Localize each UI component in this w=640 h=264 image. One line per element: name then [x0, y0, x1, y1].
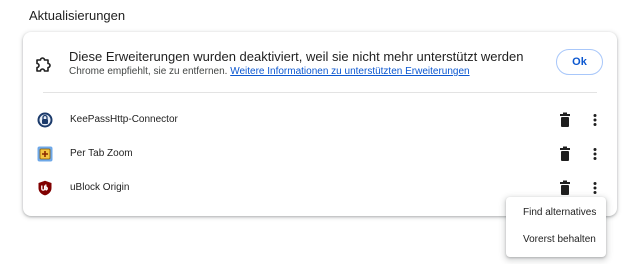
extension-row-keepass: KeePassHttp-Connector — [23, 107, 617, 135]
per-tab-zoom-icon — [37, 146, 53, 162]
extension-row-per-tab-zoom: Per Tab Zoom — [23, 141, 617, 169]
menu-item-find-alternatives[interactable]: Find alternatives — [506, 199, 606, 227]
ublock-origin-icon — [38, 180, 52, 196]
section-title: Aktualisierungen — [29, 8, 126, 23]
ok-button[interactable]: Ok — [556, 49, 603, 75]
notice-subtitle: Chrome empfiehlt, sie zu entfernen. Weit… — [69, 66, 470, 77]
trash-icon[interactable] — [558, 111, 572, 129]
extension-options-menu: Find alternatives Vorerst behalten — [506, 197, 606, 257]
trash-icon[interactable] — [558, 145, 572, 163]
extension-name: KeePassHttp-Connector — [70, 114, 178, 125]
notice-subtitle-text: Chrome empfiehlt, sie zu entfernen. — [69, 66, 228, 77]
divider — [43, 92, 597, 93]
disabled-extensions-card: Diese Erweiterungen wurden deaktiviert, … — [23, 32, 617, 216]
notice-title: Diese Erweiterungen wurden deaktiviert, … — [69, 49, 524, 64]
menu-item-keep-for-now[interactable]: Vorerst behalten — [506, 226, 606, 254]
more-vert-icon[interactable] — [588, 145, 602, 163]
learn-more-link[interactable]: Weitere Informationen zu unterstützten E… — [230, 66, 469, 77]
keepass-icon — [37, 112, 53, 128]
puzzle-piece-icon — [36, 57, 51, 72]
more-vert-icon[interactable] — [588, 179, 602, 197]
extension-name: uBlock Origin — [70, 182, 130, 193]
more-vert-icon[interactable] — [588, 111, 602, 129]
trash-icon[interactable] — [558, 179, 572, 197]
unsupported-notice: Diese Erweiterungen wurden deaktiviert, … — [23, 32, 617, 92]
extension-name: Per Tab Zoom — [70, 148, 133, 159]
